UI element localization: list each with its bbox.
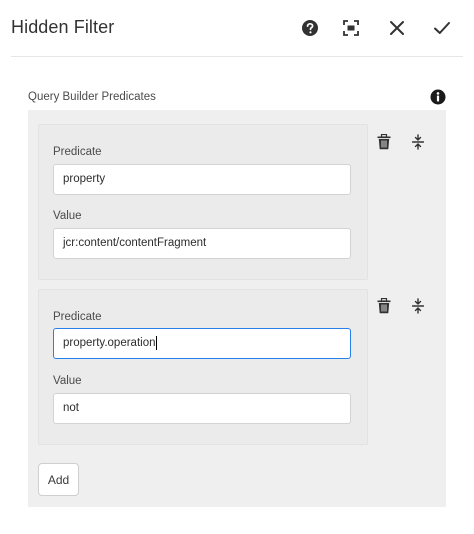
text-caret <box>156 335 158 350</box>
done-button[interactable] <box>428 14 456 42</box>
field-label: Query Builder Predicates <box>28 91 156 103</box>
fullscreen-icon <box>343 20 359 36</box>
value-label: Value <box>53 375 82 387</box>
predicate-label: Predicate <box>53 311 102 323</box>
predicate-input-text: property.operation <box>63 337 156 349</box>
reorder-handle[interactable] <box>408 132 428 152</box>
delete-item-button[interactable] <box>374 132 394 152</box>
value-input[interactable]: jcr:content/contentFragment <box>53 228 351 259</box>
predicate-item: Predicate property.operation Value not <box>38 289 368 445</box>
predicate-item: Predicate property Value jcr:content/con… <box>38 124 368 280</box>
predicate-label: Predicate <box>53 146 102 158</box>
help-icon <box>302 20 318 36</box>
checkmark-icon <box>434 22 450 34</box>
reorder-handle[interactable] <box>408 296 428 316</box>
help-button[interactable] <box>296 14 324 42</box>
trash-icon <box>377 134 391 150</box>
close-button[interactable] <box>383 14 411 42</box>
predicate-input[interactable]: property <box>53 164 351 195</box>
value-label: Value <box>53 210 82 222</box>
fullscreen-button[interactable] <box>337 14 365 42</box>
delete-item-button[interactable] <box>374 296 394 316</box>
header-divider <box>11 56 463 57</box>
multifield-panel: Predicate property Value jcr:content/con… <box>28 110 446 507</box>
dialog-title: Hidden Filter <box>11 17 115 37</box>
close-icon <box>390 21 404 35</box>
info-icon[interactable] <box>430 89 446 105</box>
predicate-input[interactable]: property.operation <box>53 328 351 359</box>
dialog-header: Hidden Filter <box>0 0 474 58</box>
trash-icon <box>377 298 391 314</box>
value-input[interactable]: not <box>53 393 351 424</box>
drag-handle-icon <box>412 298 424 314</box>
drag-handle-icon <box>412 134 424 150</box>
add-button[interactable]: Add <box>38 463 79 496</box>
